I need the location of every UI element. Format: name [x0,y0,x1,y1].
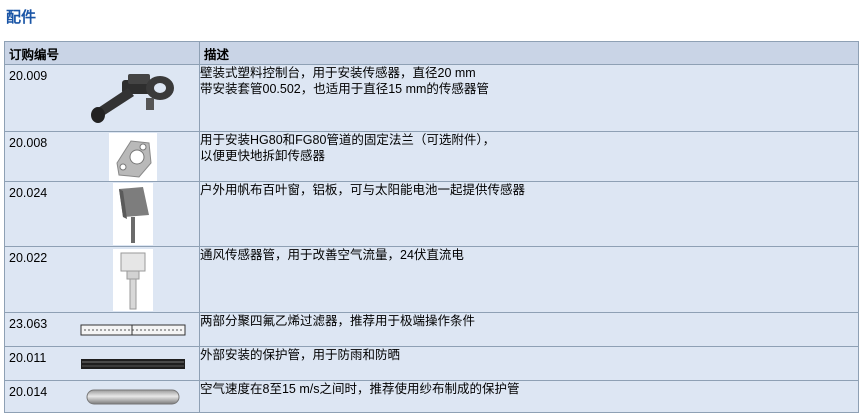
order-number-cell: 23.063 [4,312,200,347]
order-number-cell: 20.011 [4,346,200,381]
ptfe-filter-icon [75,313,191,346]
order-number-cell: 20.009 [4,64,200,132]
order-number: 20.009 [9,69,48,83]
description-cell: 壁装式塑料控制台，用于安装传感器，直径20 mm 带安装套管00.502，也适用… [199,64,859,132]
description-line: 带安装套管00.502，也适用于直径15 mm的传感器管 [200,82,489,96]
accessories-table: 订购编号 描述 20.009 壁装式塑料控制台，用于安装传感器，直径20 mm … [4,41,859,413]
order-number-cell: 20.024 [4,181,200,247]
description-cell: 空气速度在8至15 m/s之间时，推荐使用纱布制成的保护管 [199,380,859,413]
description-line: 用于安装HG80和FG80管道的固定法兰（可选附件）， [200,133,496,147]
description-cell: 两部分聚四氟乙烯过滤器，推荐用于极端操作条件 [199,312,859,347]
description-cell: 户外用帆布百叶窗，铝板，可与太阳能电池一起提供传感器 [199,181,859,247]
order-number: 20.008 [9,136,48,150]
table-row: 20.014 空气速度在8至15 m/s之间时，推荐使用纱布制成的保护管 [4,380,859,413]
table-row: 20.009 壁装式塑料控制台，用于安装传感器，直径20 mm 带安装套管00.… [4,64,859,132]
header-order-number: 订购编号 [4,41,200,65]
order-number: 20.014 [9,385,48,399]
order-number-cell: 20.014 [4,380,200,413]
table-header-row: 订购编号 描述 [4,41,859,65]
order-number: 20.022 [9,251,48,265]
order-number-cell: 20.022 [4,246,200,313]
description-line: 空气速度在8至15 m/s之间时，推荐使用纱布制成的保护管 [200,382,520,396]
page: 配件 订购编号 描述 20.009 壁装式塑料控制台，用于安装传感器，直径20 … [0,0,864,413]
order-number: 20.011 [9,351,47,365]
description-cell: 用于安装HG80和FG80管道的固定法兰（可选附件）， 以便更快地拆卸传感器 [199,131,859,182]
description-line: 外部安装的保护管，用于防雨和防晒 [200,348,401,362]
description-line: 两部分聚四氟乙烯过滤器，推荐用于极端操作条件 [200,314,476,328]
description-line: 户外用帆布百叶窗，铝板，可与太阳能电池一起提供传感器 [200,183,526,197]
mounting-flange-icon [75,132,191,181]
order-number: 20.024 [9,186,48,200]
description-cell: 外部安装的保护管，用于防雨和防晒 [199,346,859,381]
table-row: 20.011 外部安装的保护管，用于防雨和防晒 [4,346,859,381]
wall-bracket-icon [75,65,191,131]
description-line: 壁装式塑料控制台，用于安装传感器，直径20 mm [200,66,476,80]
table-row: 20.022 通风传感器管，用于改善空气流量，24伏直流电 [4,246,859,313]
gauze-tube-icon [75,381,191,412]
louvre-shield-icon [75,182,191,246]
ventilated-tube-icon [75,247,191,312]
description-cell: 通风传感器管，用于改善空气流量，24伏直流电 [199,246,859,313]
table-row: 20.008 用于安装HG80和FG80管道的固定法兰（可选附件）， 以便更快地… [4,131,859,182]
description-line: 通风传感器管，用于改善空气流量，24伏直流电 [200,248,464,262]
table-row: 20.024 户外用帆布百叶窗，铝板，可与太阳能电池一起提供传感器 [4,181,859,247]
protection-tube-icon [75,347,191,380]
description-line: 以便更快地拆卸传感器 [200,149,326,163]
order-number: 23.063 [9,317,48,331]
page-title: 配件 [6,9,37,26]
header-description: 描述 [199,41,859,65]
table-row: 23.063 两部分聚四氟乙烯过滤器，推荐用于极端操作条件 [4,312,859,347]
order-number-cell: 20.008 [4,131,200,182]
